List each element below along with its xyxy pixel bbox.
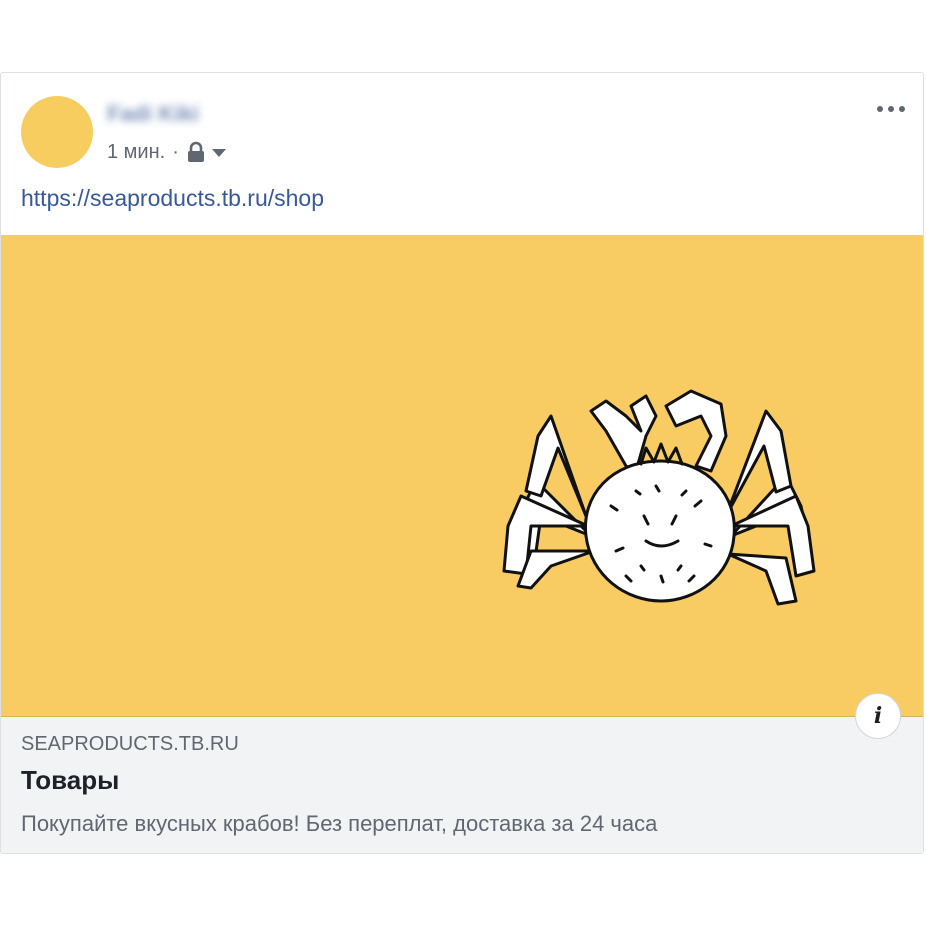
author-name[interactable]: Fadi Kiki: [107, 101, 199, 127]
link-domain: SEAPRODUCTS.TB.RU: [21, 733, 239, 755]
caret-down-icon: [211, 149, 226, 157]
meta-separator: ·: [172, 140, 179, 163]
post-link[interactable]: https://seaproducts.tb.ru/shop: [21, 185, 324, 212]
lock-icon: [187, 141, 204, 162]
info-icon[interactable]: i: [855, 693, 901, 739]
more-horizontal-icon: [877, 106, 883, 112]
link-preview-footer[interactable]: SEAPRODUCTS.TB.RU Товары Покупайте вкусн…: [1, 717, 923, 853]
link-preview-image[interactable]: [1, 235, 923, 717]
post-timestamp[interactable]: 1 мин.: [107, 141, 165, 164]
more-options-button[interactable]: [873, 99, 909, 119]
author-avatar[interactable]: [21, 96, 93, 168]
crab-illustration: [502, 389, 816, 606]
post-card: Fadi Kiki 1 мин. · https://seaproducts.t…: [0, 72, 924, 854]
link-title[interactable]: Товары: [21, 765, 119, 796]
privacy-selector[interactable]: [186, 141, 226, 163]
post-meta: 1 мин. ·: [107, 139, 226, 165]
link-description: Покупайте вкусных крабов! Без переплат, …: [21, 811, 658, 836]
